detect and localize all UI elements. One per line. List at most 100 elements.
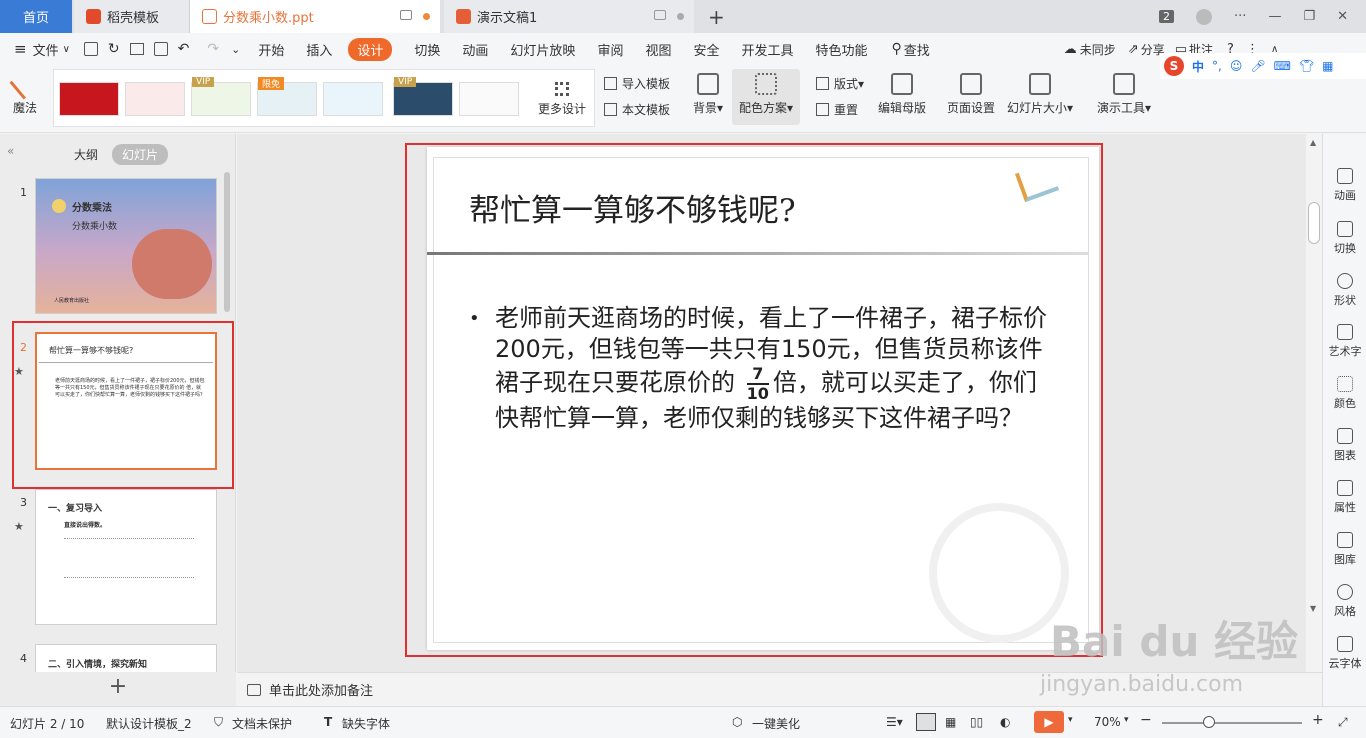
menu-review[interactable]: 审阅 xyxy=(597,40,623,59)
template-thumb-3[interactable]: VIP xyxy=(191,77,251,116)
search-button[interactable]: 查找 xyxy=(904,40,930,59)
close-dot-icon[interactable] xyxy=(677,13,684,20)
this-template-button[interactable]: 本文模板 xyxy=(604,101,670,118)
edit-master-button[interactable]: 编辑母版 xyxy=(876,73,928,116)
normal-view-icon[interactable] xyxy=(916,713,936,731)
magic-button[interactable]: 魔法 xyxy=(9,68,41,116)
slide-thumb-2[interactable]: 帮忙算一算够不够钱呢? 老师前天逛商场的时候，看上了一件裙子，裙子标价200元，… xyxy=(35,332,217,470)
menu-design[interactable]: 设计 xyxy=(348,37,393,61)
hamburger-icon[interactable]: ≡ xyxy=(14,40,27,58)
ime-toolbar[interactable]: S 中 °, ☺ 🎤︎ ⌨ 👕︎ ▦ xyxy=(1160,53,1366,79)
scrollbar-thumb[interactable] xyxy=(224,172,230,312)
slide-thumb-1[interactable]: 分数乘法 分数乘小数 人民教育出版社 xyxy=(35,178,217,314)
template-thumb-1[interactable] xyxy=(59,82,119,116)
play-button[interactable]: ▶ xyxy=(1034,711,1064,733)
new-tab-plus-icon[interactable]: + xyxy=(708,5,725,29)
avatar-icon[interactable] xyxy=(1196,8,1213,25)
toolbox-icon[interactable]: ▦ xyxy=(1322,59,1333,73)
import-template-button[interactable]: 导入模板 xyxy=(604,75,670,92)
missing-font-button[interactable]: 缺失字体 xyxy=(342,715,390,732)
zoom-in-icon[interactable]: + xyxy=(1312,712,1324,728)
emoji-icon[interactable]: ☺ xyxy=(1230,59,1243,73)
window-count-badge[interactable]: 2 xyxy=(1159,10,1175,23)
save-icon[interactable] xyxy=(83,42,98,56)
outline-tab[interactable]: 大纲 xyxy=(74,146,98,163)
monitor-icon[interactable] xyxy=(654,10,666,20)
undo-icon[interactable]: ↶ xyxy=(178,41,190,57)
template-thumb-2[interactable] xyxy=(125,82,185,116)
menu-security[interactable]: 安全 xyxy=(693,40,719,59)
search-icon[interactable]: ⚲ xyxy=(892,41,902,57)
page-setup-button[interactable]: 页面设置 xyxy=(944,73,998,116)
customize-icon[interactable]: ⌄ xyxy=(231,43,240,56)
animation-panel-button[interactable]: 动画 xyxy=(1323,168,1366,203)
play-dropdown-icon[interactable]: ▾ xyxy=(1068,715,1073,725)
keyboard-icon[interactable]: ⌨ xyxy=(1274,59,1291,73)
zoom-dropdown-icon[interactable]: ▾ xyxy=(1124,715,1129,725)
print-icon[interactable] xyxy=(129,43,144,55)
template-thumb-6[interactable]: VIP xyxy=(393,77,453,116)
cloud-font-button[interactable]: 云字体 xyxy=(1323,636,1366,671)
add-slide-button[interactable]: + xyxy=(0,672,236,706)
gallery-panel-button[interactable]: 图库 xyxy=(1323,532,1366,567)
restore-icon[interactable]: ❐ xyxy=(1303,9,1315,24)
present-tools-button[interactable]: 演示工具▾ xyxy=(1094,73,1154,116)
menu-insert[interactable]: 插入 xyxy=(306,40,332,59)
slide-thumb-4[interactable]: 二、引入情境，探究新知 xyxy=(35,644,217,674)
more-icon[interactable]: ··· xyxy=(1234,9,1246,24)
collapse-panel-icon[interactable]: « xyxy=(7,144,14,158)
scrollbar-thumb[interactable] xyxy=(1308,202,1320,244)
menu-features[interactable]: 特色功能 xyxy=(816,40,868,59)
zoom-slider-track[interactable] xyxy=(1162,722,1302,724)
tab-ppt-file[interactable]: 分数乘小数.ppt xyxy=(190,0,440,33)
more-design-button[interactable]: 更多设计 xyxy=(532,82,592,117)
slide-sorter-icon[interactable]: ▦ xyxy=(945,715,956,729)
tab-home[interactable]: 首页 xyxy=(0,0,72,33)
template-thumb-7[interactable] xyxy=(459,82,519,116)
slide-size-button[interactable]: 幻灯片大小▾ xyxy=(1005,73,1075,116)
chart-panel-button[interactable]: 图表 xyxy=(1323,428,1366,463)
scroll-down-icon[interactable]: ▼ xyxy=(1310,604,1316,613)
wordart-panel-button[interactable]: 艺术字 xyxy=(1323,324,1366,359)
punctuation-icon[interactable]: °, xyxy=(1212,59,1222,73)
slide-thumb-3[interactable]: 一、复习导入 直接说出得数。 xyxy=(35,489,217,625)
menu-slideshow[interactable]: 幻灯片放映 xyxy=(510,40,575,59)
template-thumb-5[interactable] xyxy=(323,82,383,116)
background-button[interactable]: 背景▾ xyxy=(690,73,726,116)
color-scheme-button[interactable]: 配色方案▾ xyxy=(732,69,800,125)
reset-button[interactable]: 重置 xyxy=(816,101,858,118)
menu-view[interactable]: 视图 xyxy=(645,40,671,59)
protection-status[interactable]: 文档未保护 xyxy=(232,715,292,732)
monitor-icon[interactable] xyxy=(400,10,412,20)
align-icon[interactable]: ☰▾ xyxy=(886,715,903,729)
skin-icon[interactable]: 👕︎ xyxy=(1299,59,1314,73)
slides-tab[interactable]: 幻灯片 xyxy=(112,144,169,165)
print-preview-icon[interactable] xyxy=(153,42,168,56)
minimize-icon[interactable]: — xyxy=(1268,9,1281,24)
scroll-up-icon[interactable]: ▲ xyxy=(1310,138,1316,147)
menu-transition[interactable]: 切换 xyxy=(414,40,440,59)
menu-start[interactable]: 开始 xyxy=(258,40,284,59)
zoom-slider-handle[interactable] xyxy=(1203,716,1215,728)
template-thumb-4[interactable]: 限免 xyxy=(257,77,317,116)
zoom-level[interactable]: 70% xyxy=(1094,715,1121,729)
file-menu[interactable]: 文件 xyxy=(33,40,59,59)
export-icon[interactable]: ↻ xyxy=(108,41,120,57)
tab-template[interactable]: 稻壳模板 xyxy=(74,0,190,33)
reading-view-icon[interactable]: ▯▯ xyxy=(970,715,983,729)
fit-window-icon[interactable]: ⤢ xyxy=(1338,715,1348,730)
style-panel-button[interactable]: 风格 xyxy=(1323,584,1366,619)
menu-animation[interactable]: 动画 xyxy=(462,40,488,59)
presenter-view-icon[interactable]: ◐ xyxy=(1000,715,1010,729)
redo-icon[interactable]: ↷ xyxy=(207,41,219,57)
shape-panel-button[interactable]: 形状 xyxy=(1323,273,1366,308)
mic-icon[interactable]: 🎤︎ xyxy=(1250,59,1265,73)
zoom-out-icon[interactable]: − xyxy=(1140,712,1152,728)
menu-developer[interactable]: 开发工具 xyxy=(741,40,793,59)
sync-status[interactable]: 未同步 xyxy=(1080,41,1116,58)
beautify-button[interactable]: 一键美化 xyxy=(752,715,800,732)
tab-doc[interactable]: 演示文稿1 xyxy=(444,0,694,33)
ime-lang-toggle[interactable]: 中 xyxy=(1192,58,1204,75)
template-name[interactable]: 默认设计模板_2 xyxy=(106,715,192,732)
layout-button[interactable]: 版式▾ xyxy=(816,75,864,92)
